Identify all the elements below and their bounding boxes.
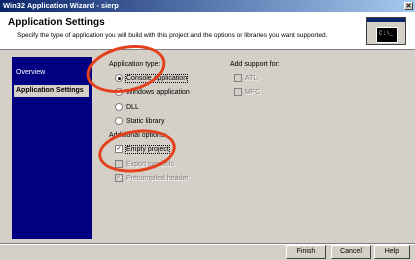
checkbox-icon — [234, 88, 242, 97]
radio-dll[interactable]: DLL — [115, 103, 139, 113]
nav-item-application-settings[interactable]: Application Settings — [14, 85, 89, 97]
finish-button[interactable]: Finish — [286, 245, 326, 259]
checkbox-icon — [234, 74, 242, 83]
help-button[interactable]: Help — [374, 245, 410, 259]
page-title: Application Settings — [8, 17, 105, 28]
cancel-button[interactable]: Cancel — [331, 245, 371, 259]
wizard-header: Application Settings Specify the type of… — [0, 12, 415, 50]
radio-icon — [115, 117, 123, 126]
checkbox-precompiled-header[interactable]: ✓ Precompiled header — [115, 174, 189, 184]
console-prompt: C:\_ — [379, 30, 394, 37]
page-subtitle: Specify the type of application you will… — [17, 32, 328, 39]
title-bar: Win32 Application Wizard - sierp ✕ — [0, 0, 415, 12]
add-support-label: Add support for: — [230, 61, 280, 68]
radio-icon — [115, 103, 123, 112]
checkbox-mfc[interactable]: MFC — [234, 88, 260, 98]
console-app-icon: C:\_ — [365, 16, 407, 48]
checkbox-checked-icon: ✓ — [115, 174, 123, 183]
window-title: Win32 Application Wizard - sierp — [3, 1, 119, 10]
checkbox-atl[interactable]: ATL — [234, 74, 257, 84]
wizard-nav: Overview Application Settings — [12, 57, 92, 239]
nav-item-overview[interactable]: Overview — [16, 69, 45, 76]
close-button[interactable]: ✕ — [404, 2, 413, 10]
radio-static-library[interactable]: Static library — [115, 117, 165, 127]
